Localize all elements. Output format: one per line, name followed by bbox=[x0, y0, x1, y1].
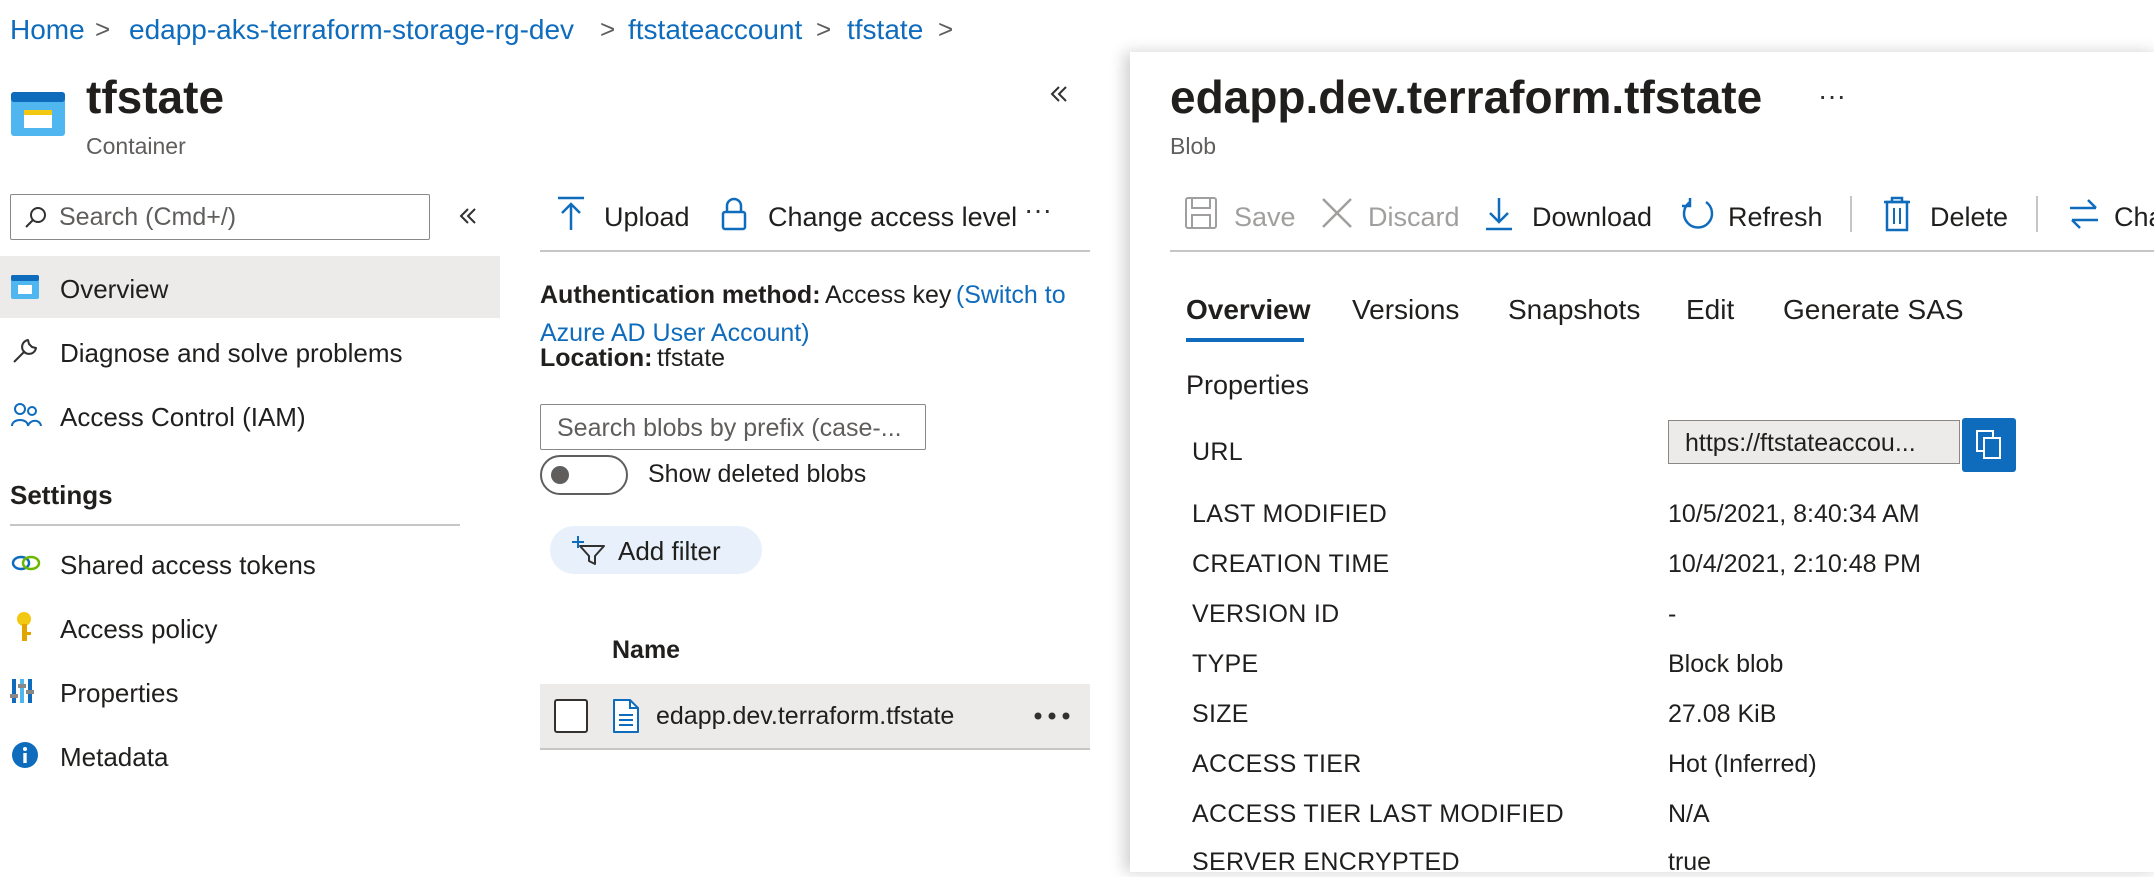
blob-title: edapp.dev.terraform.tfstate bbox=[1170, 71, 1763, 123]
nav-item-properties[interactable]: Properties bbox=[0, 660, 500, 722]
prop-value-server-encrypted: true bbox=[1668, 848, 1712, 876]
toolbar-separator bbox=[1850, 196, 1852, 232]
tab-edit[interactable]: Edit bbox=[1686, 294, 1734, 326]
auth-method-info: Authentication method: Access key (Switc… bbox=[540, 281, 1066, 347]
prop-value-creation-time: 10/4/2021, 2:10:48 PM bbox=[1668, 550, 1921, 578]
copy-icon bbox=[1976, 430, 2001, 459]
tab-versions[interactable]: Versions bbox=[1352, 294, 1459, 326]
prop-value-type: Block blob bbox=[1668, 650, 1784, 678]
blob-subtitle: Blob bbox=[1170, 133, 1217, 159]
people-icon bbox=[11, 403, 42, 427]
tab-snapshots[interactable]: Snapshots bbox=[1508, 294, 1640, 326]
blob-toolbar-divider bbox=[1170, 250, 2154, 252]
refresh-icon bbox=[1682, 198, 1714, 229]
swap-icon bbox=[2070, 199, 2098, 229]
breadcrumb-separator: > bbox=[938, 14, 954, 44]
breadcrumb-separator: > bbox=[816, 14, 832, 44]
upload-icon bbox=[558, 196, 584, 230]
trash-icon bbox=[1884, 196, 1910, 232]
blob-name-link[interactable]: edapp.dev.terraform.tfstate bbox=[656, 702, 954, 731]
settings-divider bbox=[10, 524, 460, 526]
prop-value-size: 27.08 KiB bbox=[1668, 700, 1777, 728]
collapse-menu-icon[interactable] bbox=[456, 204, 480, 228]
container-icon bbox=[11, 275, 39, 299]
prop-key-last-modified: LAST MODIFIED bbox=[1192, 500, 1388, 528]
page-subtitle: Container bbox=[86, 133, 186, 159]
nav-item-metadata[interactable]: Metadata bbox=[0, 724, 500, 786]
lock-icon bbox=[721, 197, 747, 231]
location-info: Location: tfstate bbox=[540, 344, 726, 372]
breadcrumb-separator: > bbox=[95, 14, 111, 44]
collapse-blade-icon[interactable] bbox=[1047, 82, 1071, 106]
breadcrumb-resource-group[interactable]: edapp-aks-terraform-storage-rg-dev bbox=[129, 14, 574, 46]
menu-search-input[interactable]: Search (Cmd+/) bbox=[10, 194, 430, 240]
column-header-name[interactable]: Name bbox=[612, 636, 680, 665]
key-icon bbox=[17, 612, 31, 641]
row-checkbox[interactable] bbox=[554, 699, 588, 733]
copy-url-button[interactable] bbox=[1962, 418, 2016, 472]
show-deleted-label: Show deleted blobs bbox=[648, 460, 867, 488]
blob-prefix-search-input[interactable]: Search blobs by prefix (case-... bbox=[540, 404, 926, 450]
nav-item-access-control[interactable]: Access Control (IAM) bbox=[0, 384, 500, 446]
properties-section-title: Properties bbox=[1186, 370, 1310, 400]
switch-auth-link-cont[interactable]: Azure AD User Account) bbox=[540, 319, 810, 347]
search-icon bbox=[25, 207, 46, 228]
prop-key-server-encrypted: SERVER ENCRYPTED bbox=[1192, 848, 1460, 876]
prop-key-version-id: VERSION ID bbox=[1192, 600, 1340, 628]
show-deleted-toggle[interactable] bbox=[540, 455, 628, 495]
table-row[interactable]: edapp.dev.terraform.tfstate bbox=[540, 684, 1090, 750]
active-tab-indicator bbox=[1186, 338, 1304, 342]
prop-value-access-tier-last-modified: N/A bbox=[1668, 800, 1710, 828]
save-icon bbox=[1185, 197, 1217, 229]
prop-value-access-tier: Hot (Inferred) bbox=[1668, 750, 1817, 778]
toolbar-divider bbox=[540, 250, 1090, 252]
breadcrumb-storage-account[interactable]: ftstateaccount bbox=[628, 14, 802, 46]
switch-auth-link[interactable]: (Switch to bbox=[956, 281, 1066, 309]
blob-more-button[interactable]: ··· bbox=[1818, 80, 1846, 112]
prop-value-last-modified: 10/5/2021, 8:40:34 AM bbox=[1668, 500, 1920, 528]
nav-item-diagnose[interactable]: Diagnose and solve problems bbox=[0, 320, 500, 382]
prop-key-size: SIZE bbox=[1192, 700, 1249, 728]
filter-icon bbox=[572, 536, 605, 565]
breadcrumb-container[interactable]: tfstate bbox=[847, 14, 923, 46]
link-icon bbox=[11, 555, 41, 571]
toggle-knob bbox=[551, 466, 569, 484]
info-icon bbox=[12, 742, 38, 768]
toolbar-separator bbox=[2036, 196, 2038, 232]
nav-item-overview[interactable]: Overview bbox=[0, 256, 500, 318]
more-actions-icon[interactable] bbox=[1034, 712, 1070, 720]
prop-value-version-id: - bbox=[1668, 600, 1677, 628]
nav-item-shared-access-tokens[interactable]: Shared access tokens bbox=[0, 532, 500, 594]
download-icon bbox=[1486, 198, 1512, 231]
properties-icon bbox=[10, 679, 34, 703]
settings-header: Settings bbox=[10, 480, 113, 510]
tab-generate-sas[interactable]: Generate SAS bbox=[1783, 294, 1964, 326]
tab-overview[interactable]: Overview bbox=[1186, 294, 1311, 326]
prop-key-type: TYPE bbox=[1192, 650, 1259, 678]
url-label: URL bbox=[1192, 438, 1243, 466]
nav-item-access-policy[interactable]: Access policy bbox=[0, 596, 500, 658]
page-title: tfstate bbox=[86, 71, 225, 123]
close-icon bbox=[1322, 198, 1352, 228]
breadcrumb-home[interactable]: Home bbox=[10, 14, 85, 46]
prop-key-access-tier: ACCESS TIER bbox=[1192, 750, 1362, 778]
container-icon bbox=[10, 90, 66, 138]
prop-key-creation-time: CREATION TIME bbox=[1192, 550, 1390, 578]
url-field[interactable]: https://ftstateaccou... bbox=[1668, 420, 1960, 464]
more-commands-button[interactable]: ··· bbox=[1024, 194, 1052, 226]
file-icon bbox=[613, 699, 639, 733]
breadcrumb-separator: > bbox=[600, 14, 616, 44]
prop-key-access-tier-last-modified: ACCESS TIER LAST MODIFIED bbox=[1192, 800, 1564, 828]
add-filter-button[interactable]: Add filter bbox=[550, 526, 762, 574]
wrench-icon bbox=[13, 339, 37, 363]
